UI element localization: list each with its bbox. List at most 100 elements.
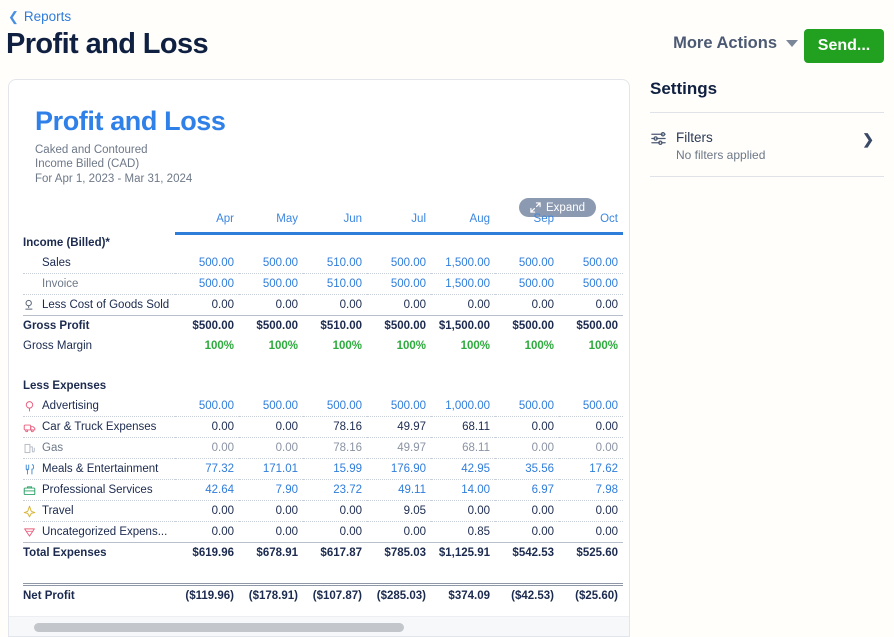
table-cell-value[interactable]: 100% — [303, 336, 367, 356]
settings-item-filters[interactable]: Filters No filters applied ❯ — [650, 130, 884, 176]
table-cell-value[interactable]: 0.00 — [559, 438, 623, 459]
table-cell-value[interactable]: 15.99 — [303, 459, 367, 480]
table-cell-value[interactable]: 500.00 — [239, 274, 303, 295]
table-cell-value[interactable]: 500.00 — [367, 396, 431, 417]
table-cell-value[interactable]: $500.00 — [559, 316, 623, 337]
table-cell-value[interactable]: ($285.03) — [367, 585, 431, 607]
table-cell-value[interactable]: 0.00 — [559, 295, 623, 316]
table-cell-value[interactable]: 100% — [367, 336, 431, 356]
table-row[interactable]: Travel0.000.000.009.050.000.000.00 — [23, 501, 623, 522]
table-cell-value[interactable]: 500.00 — [559, 253, 623, 274]
table-cell-value[interactable]: $619.96 — [175, 543, 239, 564]
table-cell-value[interactable] — [303, 233, 367, 253]
table-cell-value[interactable]: 0.85 — [431, 522, 495, 543]
table-cell-value[interactable]: ($178.91) — [239, 585, 303, 607]
table-row[interactable]: Net Profit($119.96)($178.91)($107.87)($2… — [23, 585, 623, 607]
table-cell-value[interactable]: 6.97 — [495, 480, 559, 501]
table-cell-value[interactable]: 49.97 — [367, 438, 431, 459]
table-cell-value[interactable] — [559, 233, 623, 253]
table-cell-value[interactable] — [495, 233, 559, 253]
table-cell-value[interactable]: 0.00 — [239, 417, 303, 438]
table-cell-value[interactable]: 0.00 — [303, 522, 367, 543]
table-cell-value[interactable]: 7.90 — [239, 480, 303, 501]
table-cell-value[interactable]: 14.00 — [431, 480, 495, 501]
table-cell-value[interactable]: 100% — [559, 336, 623, 356]
table-cell-value[interactable]: 78.16 — [303, 438, 367, 459]
table-cell-value[interactable]: ($119.96) — [175, 585, 239, 607]
table-cell-value[interactable]: 0.00 — [175, 295, 239, 316]
table-cell-value[interactable]: 500.00 — [175, 253, 239, 274]
table-cell-value[interactable]: 0.00 — [175, 501, 239, 522]
table-cell-value[interactable]: 0.00 — [303, 295, 367, 316]
table-cell-value[interactable]: 0.00 — [175, 438, 239, 459]
table-cell-value[interactable]: 42.64 — [175, 480, 239, 501]
table-cell-value[interactable]: $1,500.00 — [431, 316, 495, 337]
table-cell-value[interactable]: 500.00 — [175, 396, 239, 417]
table-cell-value[interactable] — [175, 376, 239, 396]
table-row[interactable]: Gas0.000.0078.1649.9768.110.000.00 — [23, 438, 623, 459]
table-row[interactable]: Meals & Entertainment77.32171.0115.99176… — [23, 459, 623, 480]
table-cell-value[interactable]: 500.00 — [303, 396, 367, 417]
horizontal-scrollbar-track[interactable] — [9, 616, 629, 636]
table-row[interactable]: Invoice500.00500.00510.00500.001,500.005… — [23, 274, 623, 295]
report-table-scroll-area[interactable]: AprMayJunJulAugSepOct Income (Billed)*Sa… — [9, 205, 629, 637]
table-cell-value[interactable] — [495, 376, 559, 396]
table-cell-value[interactable]: ($107.87) — [303, 585, 367, 607]
table-cell-value[interactable]: 500.00 — [495, 274, 559, 295]
table-cell-value[interactable]: 78.16 — [303, 417, 367, 438]
table-cell-value[interactable] — [431, 376, 495, 396]
table-cell-value[interactable]: 0.00 — [495, 501, 559, 522]
table-cell-value[interactable]: $1,125.91 — [431, 543, 495, 564]
table-cell-value[interactable]: 500.00 — [495, 253, 559, 274]
table-row[interactable]: Sales500.00500.00510.00500.001,500.00500… — [23, 253, 623, 274]
table-cell-value[interactable]: 171.01 — [239, 459, 303, 480]
more-actions-menu[interactable]: More Actions — [673, 34, 798, 53]
table-cell-value[interactable] — [431, 233, 495, 253]
table-section-header-row[interactable]: Income (Billed)* — [23, 233, 623, 253]
table-row[interactable]: Advertising500.00500.00500.00500.001,000… — [23, 396, 623, 417]
table-cell-value[interactable]: 0.00 — [495, 417, 559, 438]
table-cell-value[interactable]: 500.00 — [367, 253, 431, 274]
table-cell-value[interactable]: 7.98 — [559, 480, 623, 501]
horizontal-scrollbar-thumb[interactable] — [34, 623, 404, 632]
table-section-header-row[interactable]: Less Expenses — [23, 376, 623, 396]
table-cell-value[interactable]: 0.00 — [559, 417, 623, 438]
table-cell-value[interactable]: 100% — [495, 336, 559, 356]
table-cell-value[interactable]: 9.05 — [367, 501, 431, 522]
table-cell-value[interactable]: 0.00 — [239, 295, 303, 316]
table-cell-value[interactable]: 0.00 — [367, 295, 431, 316]
send-button[interactable]: Send... — [804, 29, 884, 63]
table-cell-value[interactable]: 0.00 — [559, 501, 623, 522]
table-cell-value[interactable]: 0.00 — [431, 501, 495, 522]
table-cell-value[interactable]: 0.00 — [495, 522, 559, 543]
table-cell-value[interactable]: 0.00 — [239, 438, 303, 459]
table-row[interactable]: Car & Truck Expenses0.000.0078.1649.9768… — [23, 417, 623, 438]
table-cell-value[interactable]: 68.11 — [431, 438, 495, 459]
table-cell-value[interactable] — [239, 376, 303, 396]
table-row[interactable]: Total Expenses$619.96$678.91$617.87$785.… — [23, 543, 623, 564]
table-cell-value[interactable]: $542.53 — [495, 543, 559, 564]
table-cell-value[interactable]: $500.00 — [495, 316, 559, 337]
table-cell-value[interactable]: ($42.53) — [495, 585, 559, 607]
table-cell-value[interactable]: 0.00 — [175, 417, 239, 438]
table-cell-value[interactable]: 49.97 — [367, 417, 431, 438]
table-cell-value[interactable]: 500.00 — [175, 274, 239, 295]
table-cell-value[interactable]: 176.90 — [367, 459, 431, 480]
table-cell-value[interactable]: $374.09 — [431, 585, 495, 607]
table-cell-value[interactable]: 0.00 — [367, 522, 431, 543]
table-cell-value[interactable]: 0.00 — [175, 522, 239, 543]
table-cell-value[interactable]: $785.03 — [367, 543, 431, 564]
table-cell-value[interactable]: 0.00 — [495, 438, 559, 459]
table-cell-value[interactable]: 35.56 — [495, 459, 559, 480]
table-cell-value[interactable]: 0.00 — [239, 501, 303, 522]
table-row[interactable]: Less Cost of Goods Sold0.000.000.000.000… — [23, 295, 623, 316]
table-row[interactable]: Professional Services42.647.9023.7249.11… — [23, 480, 623, 501]
table-cell-value[interactable]: 100% — [175, 336, 239, 356]
table-cell-value[interactable] — [175, 233, 239, 253]
table-cell-value[interactable]: 0.00 — [559, 522, 623, 543]
table-cell-value[interactable]: 500.00 — [559, 396, 623, 417]
table-cell-value[interactable]: 49.11 — [367, 480, 431, 501]
table-cell-value[interactable]: 500.00 — [367, 274, 431, 295]
table-cell-value[interactable] — [239, 233, 303, 253]
table-cell-value[interactable]: 0.00 — [495, 295, 559, 316]
